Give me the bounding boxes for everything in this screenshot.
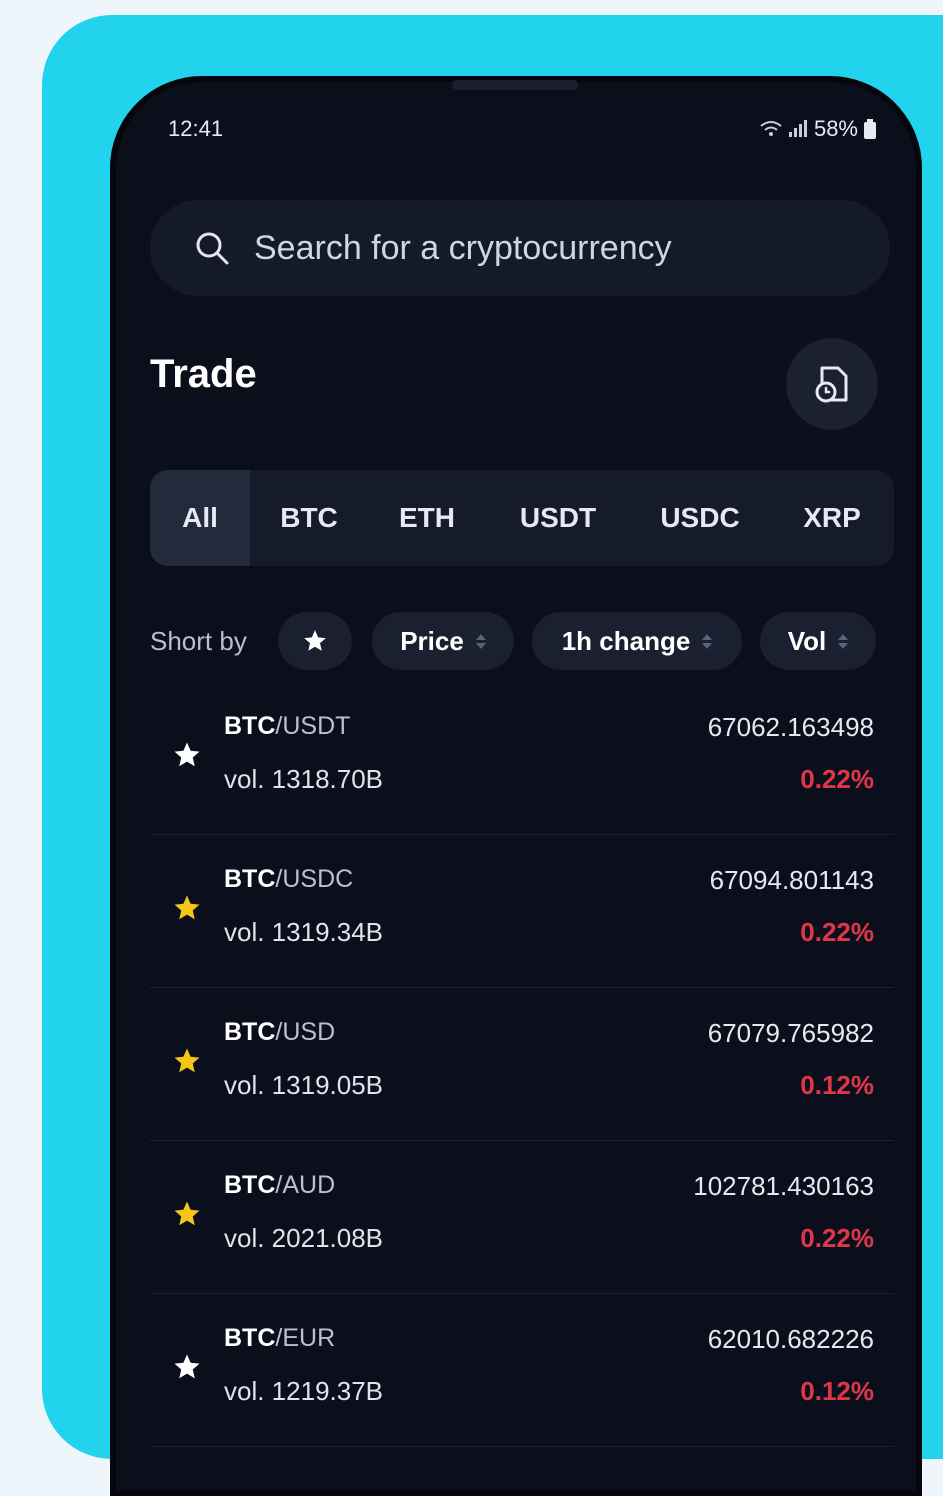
pair-change: 0.22%: [800, 1223, 874, 1253]
market-row[interactable]: BTC/AUD vol. 2021.08B 102781.430163 0.22…: [150, 1141, 894, 1294]
battery-percent: 58%: [813, 116, 858, 141]
pair-price: 102781.430163: [693, 1171, 874, 1201]
pair-base: BTC: [224, 1018, 276, 1046]
pair-volume: vol. 1219.37B: [224, 1376, 384, 1406]
pair-change: 0.12%: [800, 1070, 874, 1100]
pair-quote: EUR: [282, 1324, 336, 1352]
pair-price: 62010.682226: [707, 1324, 874, 1354]
tab-btc[interactable]: BTC: [250, 470, 368, 566]
market-row[interactable]: BTC/USDT vol. 1318.70B 67062.163498 0.22…: [150, 682, 894, 835]
sort-change-chip[interactable]: 1h change: [532, 612, 742, 670]
star-icon[interactable]: [172, 1199, 202, 1229]
pair-price: 67062.163498: [707, 712, 874, 742]
document-clock-icon: [815, 366, 848, 403]
pair-base: BTC: [224, 1324, 276, 1352]
star-icon[interactable]: [172, 1352, 202, 1382]
pair-name: BTC/AUD: [224, 1171, 335, 1200]
search-icon: [196, 232, 229, 265]
wifi-icon: [760, 121, 782, 136]
pair-quote: USDC: [282, 865, 354, 893]
tab-all[interactable]: All: [150, 470, 250, 566]
search-input[interactable]: [252, 227, 816, 269]
pair-name: BTC/USD: [224, 1018, 335, 1047]
sort-change-label: 1h change: [561, 625, 691, 656]
pair-volume: vol. 1318.70B: [224, 764, 384, 794]
history-button[interactable]: [786, 338, 878, 430]
pair-change: 0.12%: [800, 1376, 874, 1406]
pair-change: 0.22%: [800, 917, 874, 947]
sort-price-label: Price: [400, 625, 464, 656]
speaker-notch: [452, 80, 578, 90]
tab-xrp[interactable]: XRP: [770, 470, 894, 566]
sort-arrows-icon: [475, 633, 486, 649]
battery-icon: [864, 119, 876, 139]
page-title: Trade: [150, 352, 257, 396]
star-icon[interactable]: [172, 1046, 202, 1076]
tab-usdt[interactable]: USDT: [486, 470, 630, 566]
market-list: BTC/USDT vol. 1318.70B 67062.163498 0.22…: [150, 682, 894, 1447]
status-indicators: 58%: [760, 116, 876, 142]
sort-arrows-icon: [702, 633, 713, 649]
pair-price: 67079.765982: [707, 1018, 874, 1048]
sort-vol-label: Vol: [787, 625, 827, 656]
pair-base: BTC: [224, 1171, 276, 1199]
phone-frame: 12:41 58% Trade: [110, 76, 922, 1496]
pair-volume: vol. 1319.34B: [224, 917, 384, 947]
tab-usdc[interactable]: USDC: [630, 470, 770, 566]
sort-favorites-chip[interactable]: [278, 612, 352, 670]
pair-quote: USDT: [282, 712, 351, 740]
pair-quote: AUD: [282, 1171, 336, 1199]
star-icon: [304, 630, 326, 651]
pair-base: BTC: [224, 712, 276, 740]
sort-bar: Short by Price 1h change Vol: [150, 612, 890, 670]
pair-name: BTC/EUR: [224, 1324, 335, 1353]
market-row[interactable]: BTC/USDC vol. 1319.34B 67094.801143 0.22…: [150, 835, 894, 988]
status-bar: 12:41 58%: [168, 108, 876, 148]
currency-tabs: All BTC ETH USDT USDC XRP: [150, 470, 894, 566]
tab-eth[interactable]: ETH: [368, 470, 486, 566]
star-icon[interactable]: [172, 740, 202, 770]
pair-change: 0.22%: [800, 764, 874, 794]
sort-vol-chip[interactable]: Vol: [760, 612, 876, 670]
pair-price: 67094.801143: [709, 865, 874, 895]
status-time: 12:41: [168, 116, 224, 141]
star-icon[interactable]: [172, 893, 202, 923]
market-row[interactable]: BTC/EUR vol. 1219.37B 62010.682226 0.12%: [150, 1294, 894, 1447]
signal-icon: [788, 120, 807, 137]
sort-arrows-icon: [838, 633, 849, 649]
search-bar[interactable]: [150, 200, 890, 296]
pair-name: BTC/USDT: [224, 712, 350, 741]
sort-label: Short by: [150, 626, 247, 656]
pair-volume: vol. 2021.08B: [224, 1223, 384, 1253]
pair-base: BTC: [224, 865, 276, 893]
market-row[interactable]: BTC/USD vol. 1319.05B 67079.765982 0.12%: [150, 988, 894, 1141]
pair-name: BTC/USDC: [224, 865, 353, 894]
sort-price-chip[interactable]: Price: [372, 612, 514, 670]
pair-volume: vol. 1319.05B: [224, 1070, 384, 1100]
pair-quote: USD: [282, 1018, 336, 1046]
